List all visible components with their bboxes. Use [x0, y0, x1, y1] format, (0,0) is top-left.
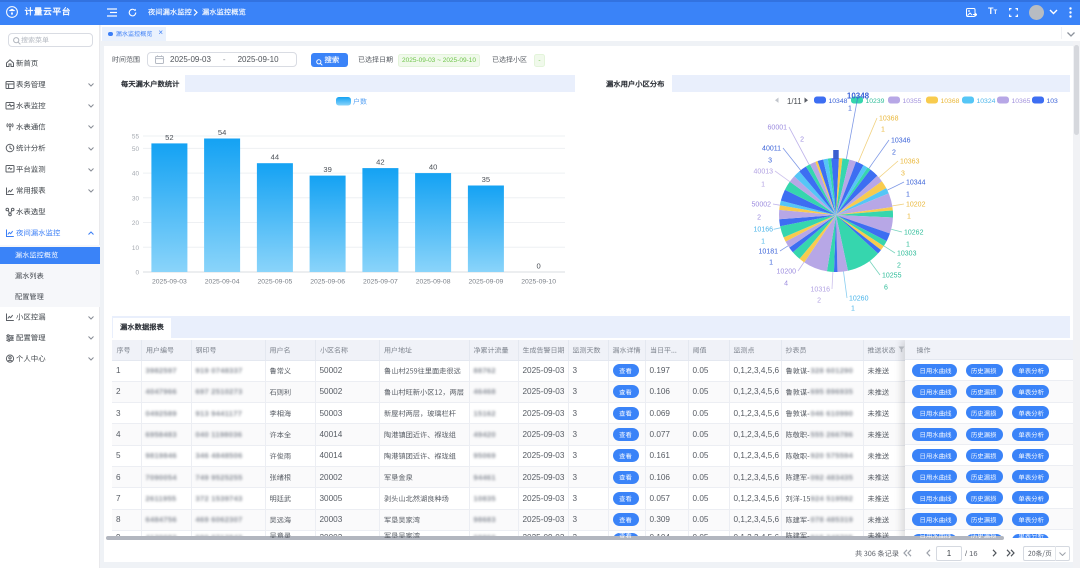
svg-text:52: 52: [165, 133, 173, 142]
svg-text:10260: 10260: [849, 296, 869, 303]
svg-text:50002: 50002: [752, 202, 772, 209]
svg-text:10181: 10181: [759, 249, 779, 256]
svg-text:40011: 40011: [762, 146, 781, 153]
svg-text:10: 10: [132, 245, 140, 252]
svg-text:1: 1: [906, 242, 910, 249]
svg-text:40: 40: [429, 163, 437, 172]
svg-text:60001: 60001: [768, 125, 788, 132]
svg-text:40: 40: [132, 171, 140, 178]
svg-text:50: 50: [132, 146, 140, 153]
svg-text:35: 35: [482, 175, 490, 184]
svg-text:2: 2: [897, 263, 901, 270]
svg-text:10346: 10346: [891, 138, 911, 145]
svg-text:0: 0: [536, 262, 540, 271]
svg-text:39: 39: [323, 165, 331, 174]
svg-text:20: 20: [132, 220, 140, 227]
svg-text:10202: 10202: [906, 202, 926, 209]
svg-text:2: 2: [800, 137, 804, 144]
svg-text:2025-09-09: 2025-09-09: [469, 279, 504, 286]
svg-text:44: 44: [271, 153, 279, 162]
svg-text:2025-09-10: 2025-09-10: [521, 279, 556, 286]
svg-text:10348: 10348: [829, 98, 848, 105]
svg-text:2025-09-03: 2025-09-03: [152, 279, 187, 286]
svg-text:10368: 10368: [879, 116, 899, 123]
svg-text:1: 1: [907, 214, 911, 221]
svg-text:103: 103: [1047, 98, 1059, 105]
svg-text:1: 1: [848, 106, 852, 113]
svg-text:54: 54: [218, 128, 226, 137]
svg-text:2: 2: [757, 215, 761, 222]
svg-text:10363: 10363: [900, 159, 920, 166]
svg-text:10316: 10316: [811, 287, 831, 294]
svg-text:10255: 10255: [882, 273, 902, 280]
svg-text:10324: 10324: [977, 98, 996, 105]
svg-text:3: 3: [768, 158, 772, 165]
svg-text:30: 30: [132, 195, 140, 202]
svg-text:1: 1: [769, 260, 773, 267]
svg-text:1: 1: [851, 306, 855, 313]
svg-text:10262: 10262: [904, 230, 924, 237]
svg-text:40013: 40013: [754, 169, 774, 176]
svg-text:10200: 10200: [777, 269, 797, 276]
svg-text:10166: 10166: [754, 227, 774, 234]
svg-text:2025-09-05: 2025-09-05: [258, 279, 293, 286]
svg-text:1: 1: [761, 239, 765, 246]
svg-text:1: 1: [906, 192, 910, 199]
svg-text:10303: 10303: [897, 251, 917, 258]
svg-text:2025-09-07: 2025-09-07: [363, 279, 398, 286]
svg-text:2025-09-06: 2025-09-06: [310, 279, 345, 286]
svg-text:55: 55: [132, 134, 140, 141]
svg-text:10368: 10368: [941, 98, 960, 105]
svg-text:10365: 10365: [1012, 98, 1031, 105]
svg-text:2025-09-04: 2025-09-04: [205, 279, 240, 286]
svg-text:10355: 10355: [903, 98, 922, 105]
svg-text:42: 42: [376, 158, 384, 167]
svg-text:1: 1: [881, 127, 885, 134]
svg-text:1/11: 1/11: [787, 97, 802, 106]
svg-text:2025-09-08: 2025-09-08: [416, 279, 451, 286]
svg-text:6: 6: [884, 285, 888, 292]
svg-text:2: 2: [817, 298, 821, 305]
svg-text:4: 4: [784, 281, 788, 288]
svg-text:3: 3: [901, 171, 905, 178]
svg-text:2: 2: [892, 150, 896, 157]
svg-text:10344: 10344: [906, 180, 926, 187]
svg-text:1: 1: [761, 182, 765, 189]
svg-text:0: 0: [135, 270, 139, 277]
